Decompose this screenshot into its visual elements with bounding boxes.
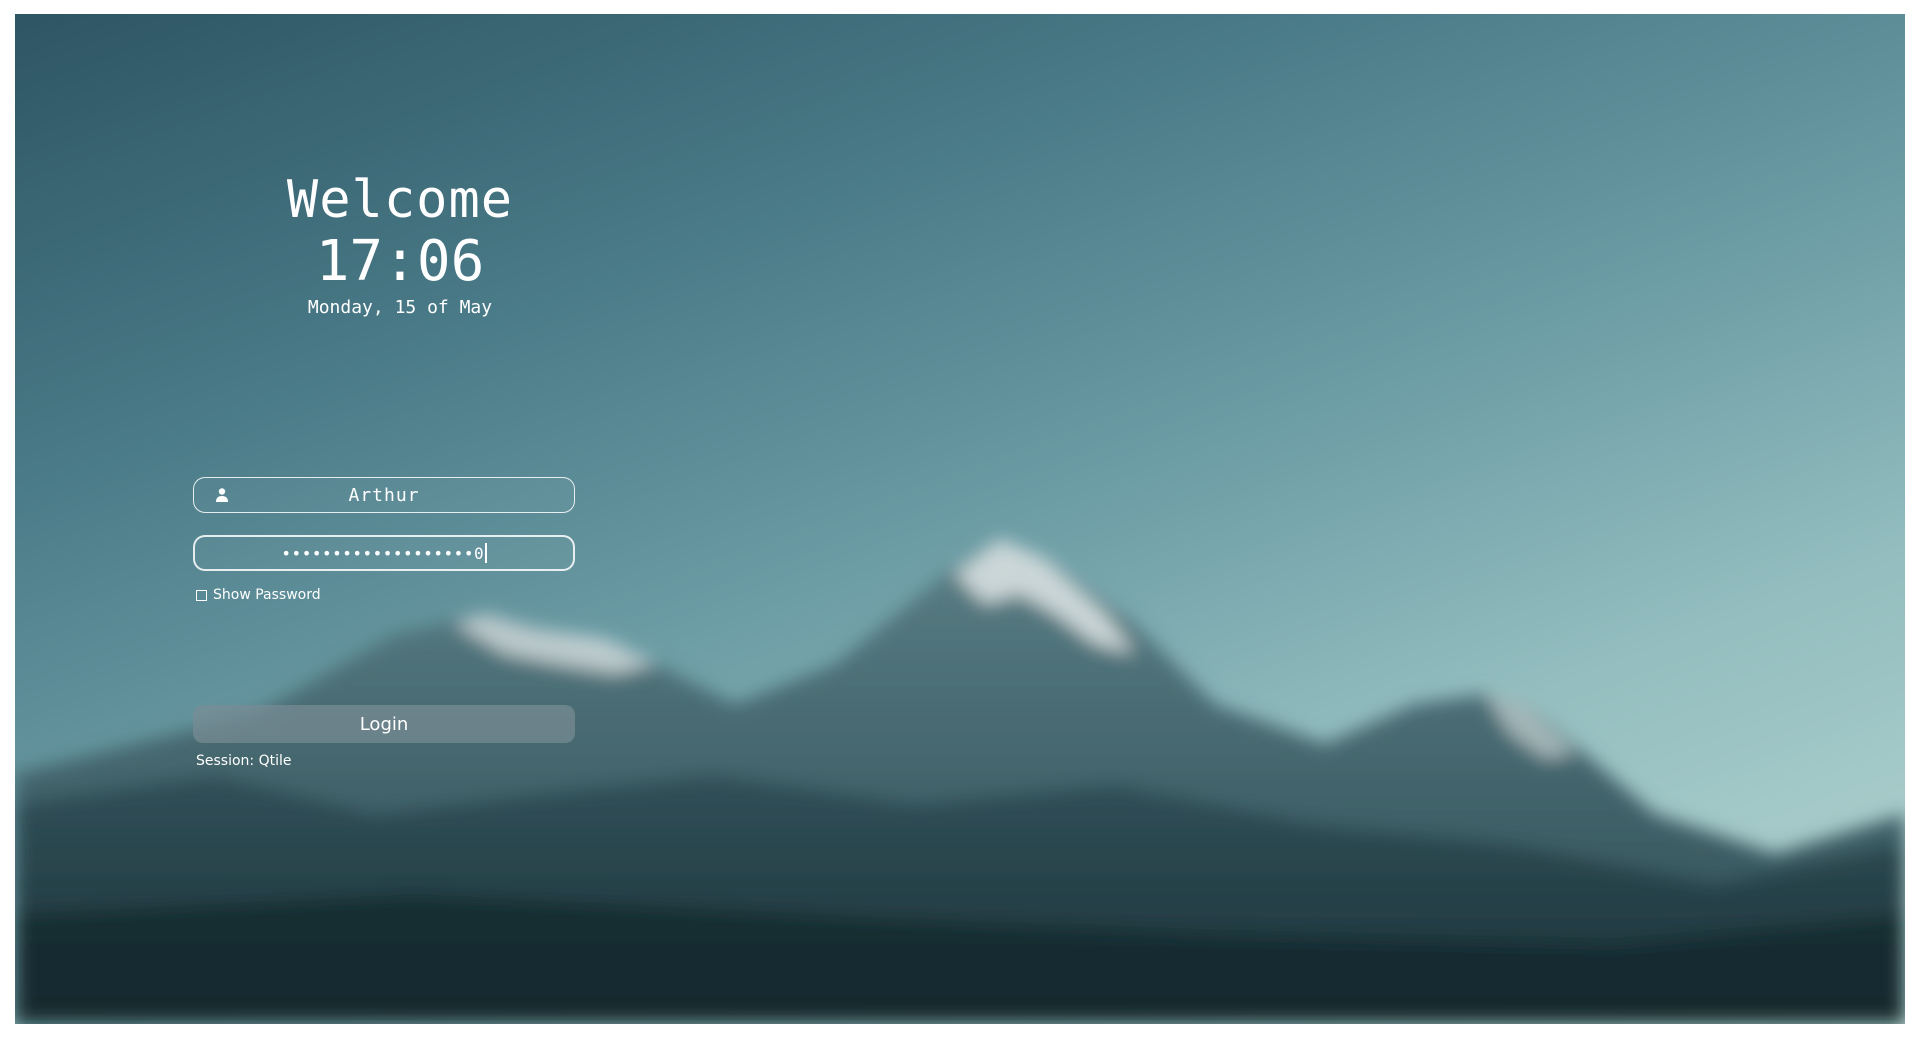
clock-time: 17:06 [315, 229, 485, 294]
text-caret [485, 543, 487, 563]
password-input-content: •••••••••••••••••••0 [195, 537, 573, 569]
mountain-wallpaper [15, 539, 1905, 1024]
show-password-toggle[interactable]: Show Password [196, 587, 321, 603]
username-value: Arthur [348, 484, 420, 506]
show-password-label: Show Password [213, 587, 321, 603]
lock-screen: Welcome 17:06 Monday, 15 of May Arthur •… [15, 14, 1905, 1024]
show-password-checkbox[interactable] [196, 589, 207, 601]
username-field[interactable]: Arthur [193, 477, 575, 513]
password-mask: •••••••••••••••••••0 [281, 543, 485, 563]
clock-date: Monday, 15 of May [307, 297, 493, 318]
session-selector[interactable]: Session: Qtile [196, 753, 291, 769]
password-field[interactable]: •••••••••••••••••••0 [193, 535, 575, 571]
login-button[interactable]: Login [193, 705, 575, 743]
welcome-heading: Welcome [286, 170, 514, 230]
